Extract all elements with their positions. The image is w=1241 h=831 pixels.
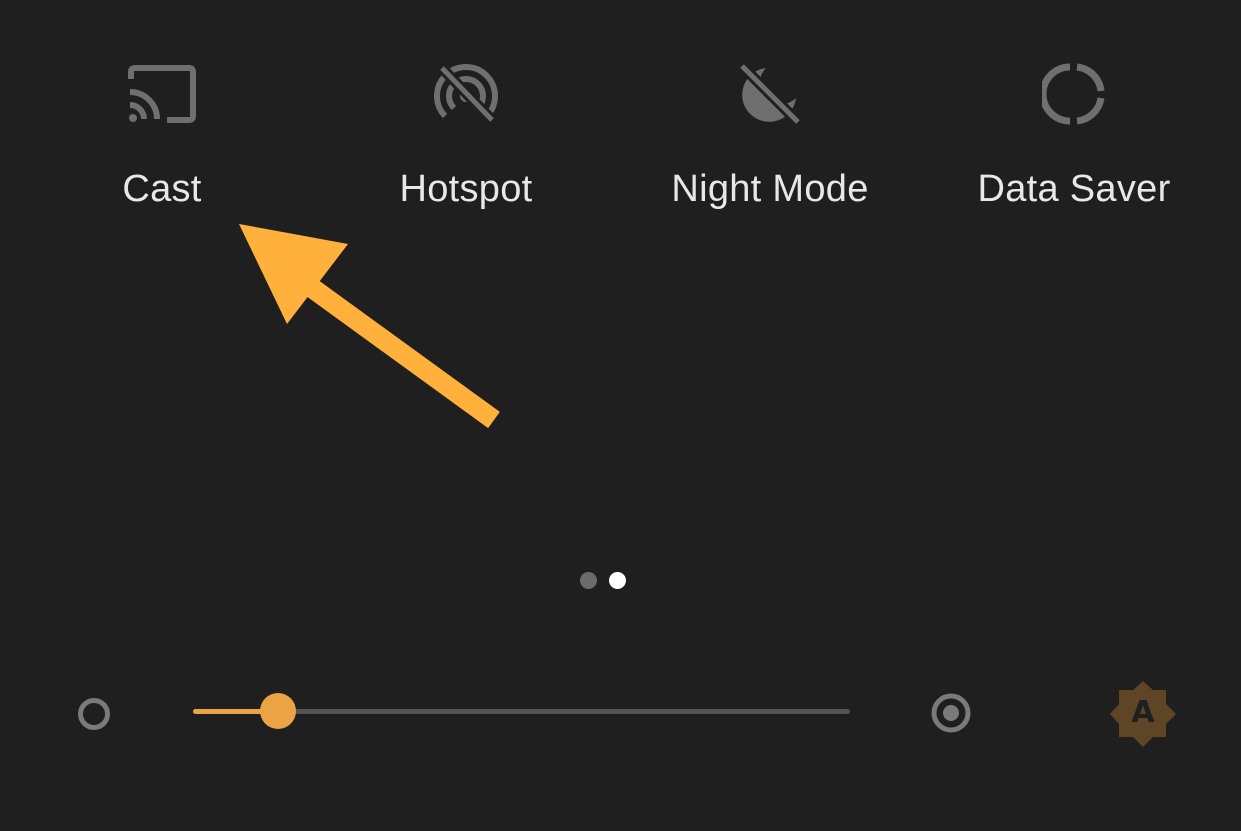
page-dot-current[interactable] bbox=[609, 572, 626, 589]
tile-label: Hotspot bbox=[399, 168, 533, 210]
brightness-high-icon bbox=[931, 693, 971, 733]
tile-label: Cast bbox=[122, 168, 202, 210]
page-dot[interactable] bbox=[580, 572, 597, 589]
brightness-slider-thumb[interactable] bbox=[260, 693, 297, 729]
brightness-row: A bbox=[0, 680, 1241, 747]
cast-icon bbox=[124, 56, 200, 132]
quick-settings-panel: Cast Hotspot Night Mode Data Saver A bbox=[0, 0, 1241, 831]
tile-data-saver[interactable]: Data Saver bbox=[924, 56, 1224, 236]
night-mode-off-icon bbox=[732, 56, 808, 132]
brightness-slider[interactable] bbox=[193, 693, 850, 729]
page-indicator bbox=[580, 572, 626, 589]
hotspot-off-icon bbox=[428, 56, 504, 132]
tile-cast[interactable]: Cast bbox=[12, 56, 312, 236]
auto-brightness-letter: A bbox=[1131, 695, 1155, 730]
tile-night-mode[interactable]: Night Mode bbox=[620, 56, 920, 236]
tile-hotspot[interactable]: Hotspot bbox=[316, 56, 616, 236]
data-saver-icon bbox=[1036, 56, 1112, 132]
tile-label: Data Saver bbox=[977, 168, 1171, 210]
brightness-low-icon bbox=[78, 698, 110, 730]
auto-brightness-toggle[interactable]: A bbox=[1109, 680, 1177, 748]
tile-label: Night Mode bbox=[671, 168, 869, 210]
